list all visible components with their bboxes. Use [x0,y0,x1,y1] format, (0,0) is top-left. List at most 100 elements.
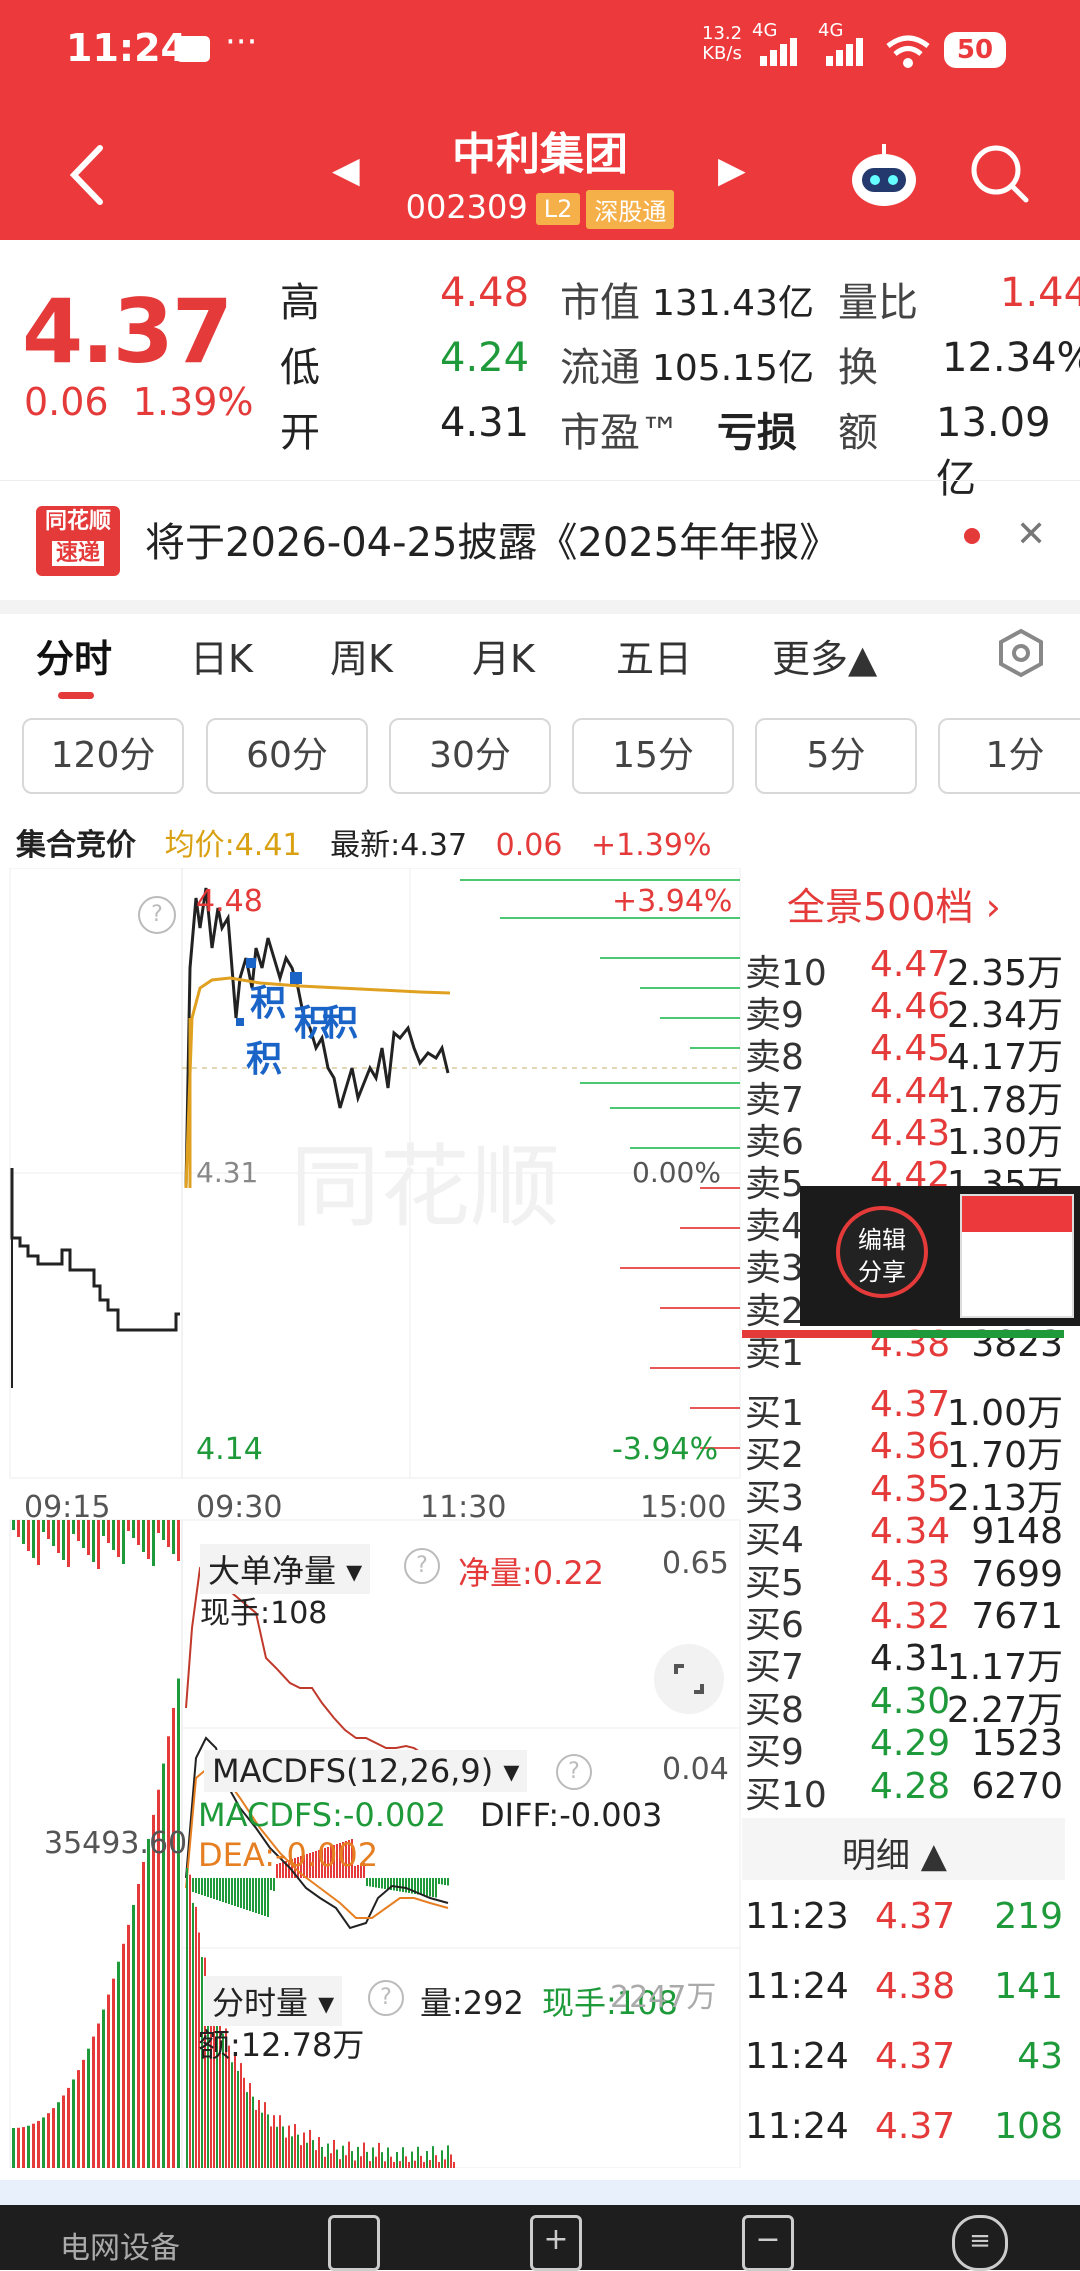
ask-row[interactable]: 卖10 4.47 2.35万 [745,944,1065,994]
bid-pressure-bar [872,1330,1064,1338]
chart-high-pct: +3.94% [612,884,733,919]
marker-ann-3[interactable]: 积 [246,1030,282,1082]
unread-dot [964,528,980,544]
bid-row[interactable]: 买6 4.32 7671 [745,1596,1065,1646]
bid-row[interactable]: 买9 4.29 1523 [745,1723,1065,1773]
bid-row[interactable]: 买7 4.31 1.17万 [745,1638,1065,1688]
bid-row[interactable]: 买1 4.37 1.00万 [745,1384,1065,1434]
period-1min[interactable]: 1分 [938,718,1080,794]
macd-bar [438,1878,440,1884]
macd-bar [252,1878,254,1912]
auction-volume-bar [127,1520,130,1531]
macd-bar [261,1878,263,1915]
notes-icon[interactable] [328,2215,380,2271]
bid-price: 4.31 [870,1638,951,1680]
ask-row[interactable]: 卖8 4.45 4.17万 [745,1028,1065,1078]
tab-five-day[interactable]: 五日 [616,628,692,683]
tab-day-k[interactable]: 日K [190,628,253,683]
auction-volume-bar [42,2117,45,2168]
ask-row[interactable]: 卖9 4.46 2.34万 [745,986,1065,1036]
auction-volume-bar [17,1520,20,1537]
minute-volume-bar [417,2146,419,2168]
bid-row[interactable]: 买10 4.28 6270 [745,1766,1065,1816]
macd-bar [435,1878,437,1898]
time-axis-0930: 09:30 [196,1490,283,1525]
period-30min[interactable]: 30分 [389,718,551,794]
help-icon[interactable]: ? [404,1548,440,1584]
minute-volume-bar [384,2161,386,2168]
ask-row[interactable]: 卖6 4.43 1.30万 [745,1113,1065,1163]
wifi-icon [886,35,930,68]
screenshot-thumbnail[interactable] [960,1194,1074,1318]
macd-bar [234,1878,236,1906]
minute-volume-bar [351,2151,353,2168]
minute-volume-bar [186,1868,188,2168]
add-watchlist-icon[interactable]: + [530,2215,582,2271]
net-volume: 净量:0.22 [458,1554,605,1592]
latest-change: 0.06 [495,828,563,863]
news-text[interactable]: 将于2026-04-25披露《2025年年报》 [145,510,839,568]
auction-volume-bar [27,2125,30,2168]
macd-max: 0.04 [662,1752,729,1787]
minute-volume-bar [423,2162,425,2168]
bid-row[interactable]: 买4 4.34 9148 [745,1511,1065,1561]
remove-icon[interactable]: − [742,2215,794,2271]
minute-volume-bar [282,2126,284,2168]
period-60min[interactable]: 60分 [206,718,368,794]
auction-volume-bar [77,2070,80,2168]
macd-selector[interactable]: MACDFS(12,26,9) ▾ [204,1750,528,1792]
bid-row[interactable]: 买2 4.36 1.70万 [745,1426,1065,1476]
marker-ann-1[interactable]: 积 [250,974,286,1026]
bid-row[interactable]: 买3 4.35 2.13万 [745,1469,1065,1519]
marker-ann-4[interactable]: 积 [322,994,358,1046]
big-order-selector[interactable]: 大单净量 ▾ [200,1544,371,1594]
active-tab-indicator [58,692,94,699]
help-icon[interactable]: ? [368,1980,404,2016]
tab-month-k[interactable]: 月K [472,628,535,683]
volume-selector[interactable]: 分时量 ▾ [204,1976,343,2026]
sz-connect-badge[interactable]: 深股通 [586,189,675,229]
auction-volume-bar [92,2036,95,2168]
minute-volume-bar [432,2146,434,2168]
minute-volume-bar [357,2146,359,2168]
bid-volume: 1523 [971,1723,1063,1765]
status-bar: 11:24 ··· 13.2 KB/s 4G 4G 50 [0,0,1080,100]
period-15min[interactable]: 15分 [572,718,734,794]
tab-more[interactable]: 更多▲ [772,628,877,683]
close-icon[interactable]: ✕ [1016,514,1046,555]
macd-bar [246,1878,248,1910]
auction-volume-bar [87,2048,90,2168]
auction-volume-bar [32,1520,35,1558]
help-icon[interactable]: ? [556,1754,592,1790]
search-icon[interactable] [968,142,1032,206]
period-120min[interactable]: 120分 [22,718,184,794]
tab-intraday[interactable]: 分时 [36,628,112,683]
sector-label[interactable]: 电网设备 [60,2223,180,2267]
macd-bar [249,1878,251,1911]
settings-hexagon-icon[interactable] [996,628,1046,678]
full-depth-link[interactable]: 全景500档 › [745,868,1065,938]
minute-volume-bar [189,1874,191,2168]
help-icon[interactable]: ? [138,896,176,934]
minute-volume-bar [243,2077,245,2168]
share-floater[interactable]: 编辑 分享 [800,1186,1080,1326]
news-logo: 同花顺 速递 [36,506,120,576]
menu-icon[interactable]: ≡ [952,2215,1008,2271]
auction-volume-bar [102,2009,105,2168]
fullscreen-icon[interactable] [654,1644,724,1714]
auction-volume-bar [157,1520,160,1533]
bid-volume: 7699 [971,1553,1063,1595]
tab-week-k[interactable]: 周K [330,628,393,683]
minute-volume-bar [444,2159,446,2168]
vol-left-value: 35493.60 [44,1826,188,1861]
robot-assistant-icon[interactable] [848,140,920,210]
auction-volume-bar [87,1520,90,1555]
latest-pct: +1.39% [591,828,712,863]
detail-header[interactable]: 明细 ▲ [742,1818,1065,1880]
ask-row[interactable]: 卖7 4.44 1.78万 [745,1071,1065,1121]
edit-share-button[interactable]: 编辑 分享 [836,1206,928,1298]
bid-row[interactable]: 买8 4.30 2.27万 [745,1681,1065,1731]
bid-row[interactable]: 买5 4.33 7699 [745,1553,1065,1604]
period-5min[interactable]: 5分 [755,718,917,794]
auction-volume-bar [12,2128,15,2168]
